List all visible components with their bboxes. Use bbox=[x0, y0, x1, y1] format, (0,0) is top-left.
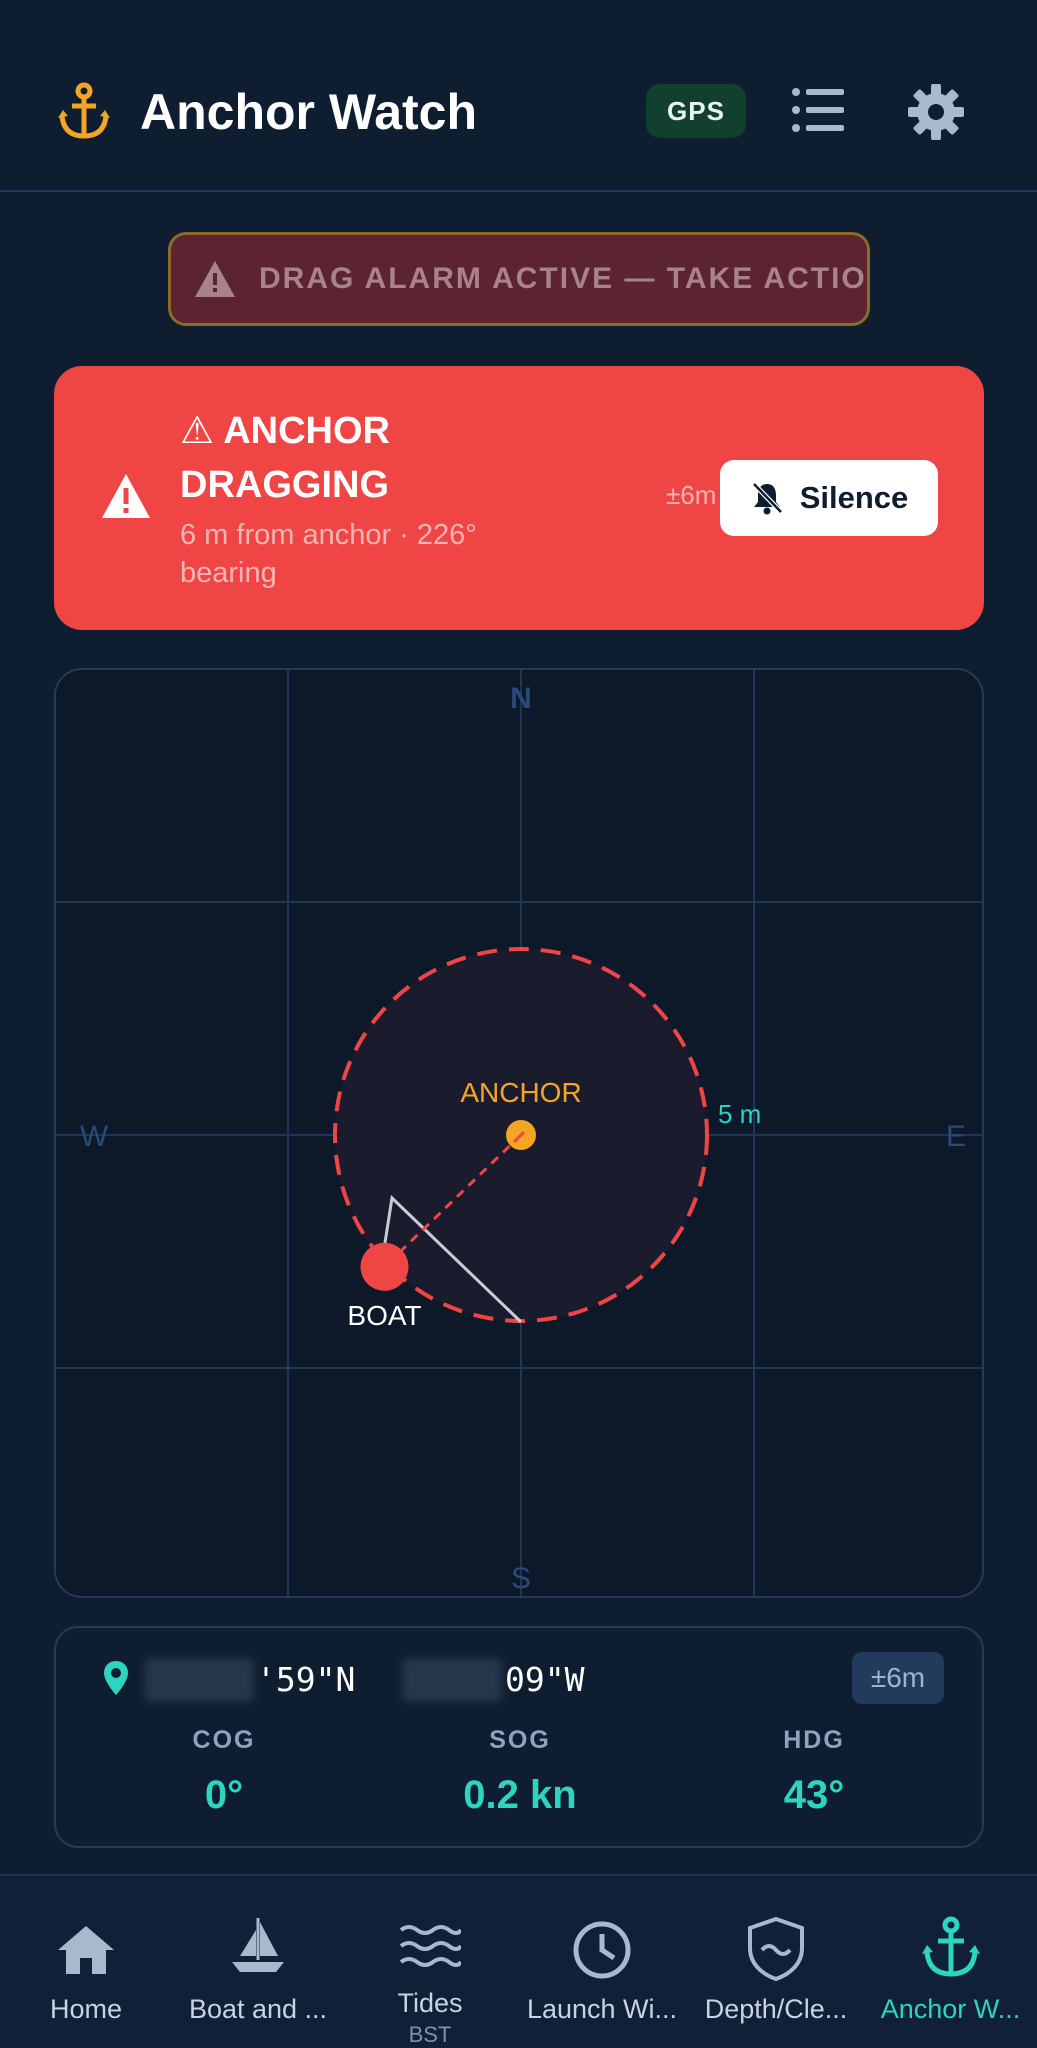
alert-accuracy: ±6m bbox=[666, 480, 717, 510]
bell-off-icon bbox=[751, 482, 783, 515]
sog-value: 0.2 kn bbox=[463, 1773, 577, 1817]
warning-icon bbox=[102, 474, 150, 518]
cog-stat: COG 0° bbox=[124, 1726, 324, 1818]
app-header: Anchor Watch GPS bbox=[0, 0, 1037, 192]
compass-east: E bbox=[946, 1120, 966, 1153]
compass-west: W bbox=[80, 1120, 109, 1153]
alert-title: ⚠ ANCHOR DRAGGING bbox=[180, 410, 390, 506]
radius-label: 5 m bbox=[718, 1099, 761, 1129]
nav-item-launch-window[interactable]: Launch Wi... bbox=[516, 1876, 688, 2048]
compass-north: N bbox=[510, 682, 532, 715]
nav-label: Tides bbox=[397, 1988, 463, 2018]
radar-canvas: N S W E ANCHOR BOAT 5 m bbox=[56, 670, 982, 1596]
silence-button[interactable]: Silence bbox=[720, 460, 938, 536]
latitude-redacted bbox=[144, 1658, 254, 1702]
waves-icon bbox=[399, 1925, 461, 1967]
gear-icon[interactable] bbox=[908, 84, 964, 140]
nav-label: Anchor W... bbox=[880, 1994, 1021, 2024]
nav-item-tides[interactable]: Tides BST bbox=[344, 1876, 516, 2048]
hdg-label: HDG bbox=[783, 1726, 845, 1754]
longitude-redacted bbox=[402, 1658, 502, 1702]
nav-item-depth-clearance[interactable]: Depth/Cle... bbox=[688, 1876, 864, 2048]
compass-south: S bbox=[511, 1562, 531, 1595]
home-icon bbox=[58, 1926, 114, 1974]
anchor-radar[interactable]: N S W E ANCHOR BOAT 5 m bbox=[54, 668, 984, 1598]
nav-label: Launch Wi... bbox=[526, 1994, 678, 2024]
position-card: '59"N 09"W ±6m COG 0° SOG 0.2 kn HDG 43° bbox=[54, 1626, 984, 1848]
accuracy-badge: ±6m bbox=[852, 1652, 944, 1704]
hdg-stat: HDG 43° bbox=[714, 1726, 914, 1818]
anchor-icon bbox=[921, 1916, 980, 1977]
nav-item-boat[interactable]: Boat and ... bbox=[172, 1876, 344, 2048]
sog-stat: SOG 0.2 kn bbox=[420, 1726, 620, 1818]
nav-sublabel: BST bbox=[408, 2022, 452, 2047]
nav-item-home[interactable]: Home bbox=[0, 1876, 172, 2048]
nav-item-anchor-watch[interactable]: Anchor W... bbox=[864, 1876, 1037, 2048]
latitude-value: '59"N bbox=[256, 1660, 356, 1699]
boat-marker bbox=[360, 1242, 409, 1291]
alert-subtitle: 6 m from anchor · 226° bearing bbox=[180, 519, 477, 589]
nav-label: Boat and ... bbox=[188, 1994, 328, 2024]
hdg-value: 43° bbox=[783, 1773, 845, 1817]
anchor-icon bbox=[58, 82, 110, 139]
sog-label: SOG bbox=[489, 1726, 551, 1754]
location-pin-icon bbox=[104, 1661, 128, 1695]
bottom-nav: Home Boat and ... Tides BST Launch Wi... bbox=[0, 1874, 1037, 2048]
longitude-value: 09"W bbox=[505, 1660, 585, 1699]
list-icon[interactable] bbox=[790, 86, 846, 134]
drag-alarm-text: DRAG ALARM ACTIVE — TAKE ACTION bbox=[259, 262, 870, 295]
shield-wave-icon bbox=[748, 1916, 804, 1982]
clock-icon bbox=[573, 1921, 631, 1979]
silence-label: Silence bbox=[799, 480, 909, 515]
nav-label: Depth/Cle... bbox=[704, 1994, 848, 2024]
cog-value: 0° bbox=[204, 1773, 244, 1817]
page-title: Anchor Watch bbox=[140, 84, 478, 140]
nav-label: Home bbox=[49, 1994, 123, 2024]
sailboat-icon bbox=[232, 1918, 284, 1972]
cog-label: COG bbox=[192, 1726, 256, 1754]
drag-alarm-banner: DRAG ALARM ACTIVE — TAKE ACTION bbox=[168, 232, 870, 326]
warning-icon bbox=[195, 261, 235, 297]
anchor-label: ANCHOR bbox=[460, 1077, 581, 1108]
gps-status-badge[interactable]: GPS bbox=[646, 84, 746, 138]
boat-label: BOAT bbox=[347, 1300, 421, 1331]
anchor-alert-card: ⚠ ANCHOR DRAGGING 6 m from anchor · 226°… bbox=[54, 366, 984, 630]
